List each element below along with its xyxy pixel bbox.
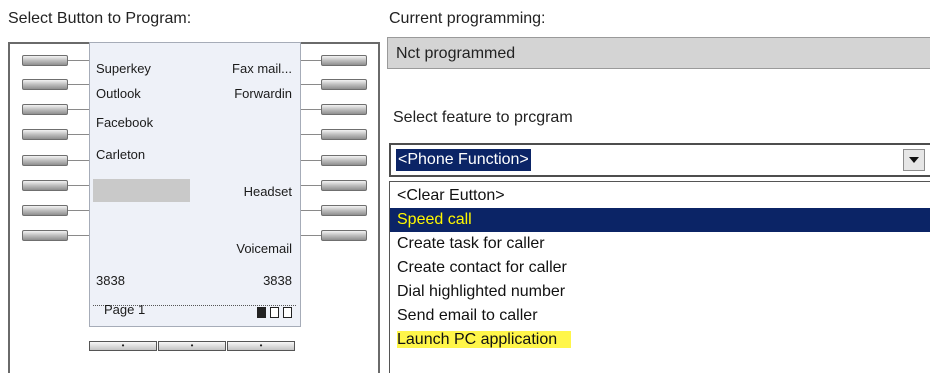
- right-key-lead: [301, 235, 321, 236]
- right-key-7[interactable]: [321, 205, 367, 216]
- feature-option-label: Launch PC application: [397, 331, 572, 348]
- right-key-label: Forwardin: [234, 86, 292, 101]
- feature-select[interactable]: <Phone Function>: [389, 143, 930, 177]
- left-key-5[interactable]: [22, 155, 68, 166]
- right-key-3[interactable]: [321, 104, 367, 115]
- right-key-lead: [301, 109, 321, 110]
- empty-key-slot[interactable]: [93, 179, 190, 202]
- right-key-5[interactable]: [321, 155, 367, 166]
- left-key-lead: [68, 134, 89, 135]
- current-programming-value: Nct programmed: [396, 45, 516, 62]
- right-key-lead: [301, 185, 321, 186]
- right-key-8[interactable]: [321, 230, 367, 241]
- feature-option[interactable]: Launch PC application: [390, 328, 930, 352]
- page-filled-icon[interactable]: [257, 307, 266, 318]
- right-key-lead: [301, 134, 321, 135]
- feature-option[interactable]: Speed call: [390, 208, 930, 232]
- left-key-lead: [68, 210, 89, 211]
- left-key-8[interactable]: [22, 230, 68, 241]
- right-key-label: 3838: [263, 273, 292, 288]
- left-key-7[interactable]: [22, 205, 68, 216]
- left-key-label: 3838: [96, 273, 125, 288]
- right-key-lead: [301, 160, 321, 161]
- feature-label: Select feature to prcgram: [393, 109, 573, 126]
- scroll-middle-button[interactable]: •: [158, 341, 226, 351]
- right-key-label: Headset: [243, 184, 292, 199]
- left-key-lead: [68, 185, 89, 186]
- chevron-down-icon[interactable]: [903, 149, 925, 171]
- feature-option[interactable]: <Clear Eutton>: [390, 184, 930, 208]
- left-key-3[interactable]: [22, 104, 68, 115]
- feature-select-value: <Phone Function>: [396, 149, 531, 171]
- left-key-label: Carleton: [96, 147, 146, 162]
- left-key-label: Superkey: [96, 61, 151, 76]
- left-key-2[interactable]: [22, 79, 68, 90]
- current-programming-field: Nct programmed: [387, 37, 930, 69]
- feature-option[interactable]: Send email to caller: [390, 304, 930, 328]
- right-key-lead: [301, 84, 321, 85]
- select-button-header: Select Button to Program:: [8, 10, 192, 27]
- left-key-lead: [68, 160, 89, 161]
- right-key-1[interactable]: [321, 55, 367, 66]
- left-key-lead: [68, 84, 89, 85]
- right-key-lead: [301, 210, 321, 211]
- page-outline-icon[interactable]: [270, 307, 279, 318]
- scroll-right-button[interactable]: •: [227, 341, 295, 351]
- page-outline-icon[interactable]: [283, 307, 292, 318]
- left-key-6[interactable]: [22, 180, 68, 191]
- scroll-left-button[interactable]: •: [89, 341, 157, 351]
- left-key-label: Outlook: [96, 86, 141, 101]
- page-label: Page 1: [104, 302, 146, 317]
- right-key-2[interactable]: [321, 79, 367, 90]
- left-key-lead: [68, 235, 89, 236]
- left-key-lead: [68, 60, 89, 61]
- feature-option[interactable]: Create contact for caller: [390, 256, 930, 280]
- current-programming-header: Current programming:: [389, 10, 546, 27]
- right-key-label: Voicemail: [236, 241, 292, 256]
- right-key-lead: [301, 60, 321, 61]
- left-key-4[interactable]: [22, 129, 68, 140]
- left-key-1[interactable]: [22, 55, 68, 66]
- left-key-lead: [68, 109, 89, 110]
- feature-option[interactable]: Dial highlighted number: [390, 280, 930, 304]
- right-key-4[interactable]: [321, 129, 367, 140]
- feature-option[interactable]: Create task for caller: [390, 232, 930, 256]
- right-key-label: Fax mail...: [232, 61, 292, 76]
- feature-dropdown-list: <Clear Eutton> Speed call Create task for …: [389, 181, 930, 373]
- left-key-label: Facebook: [96, 115, 154, 130]
- right-key-6[interactable]: [321, 180, 367, 191]
